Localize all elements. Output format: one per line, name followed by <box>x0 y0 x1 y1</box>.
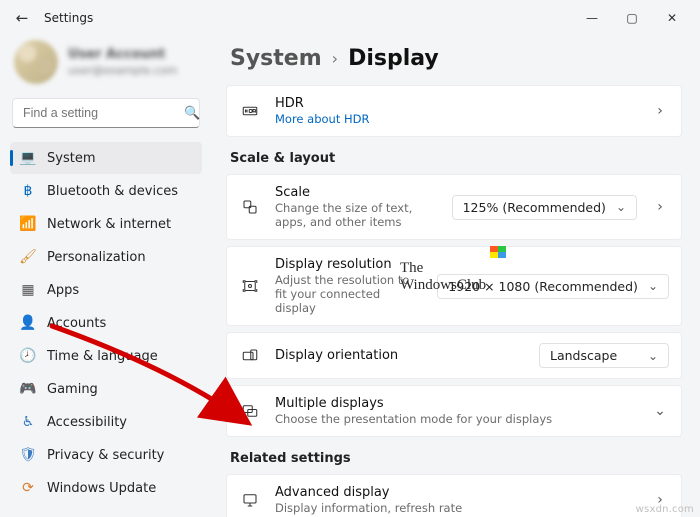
sidebar-item-accounts[interactable]: 👤 Accounts <box>10 307 202 339</box>
dropdown-value: 1920 × 1080 (Recommended) <box>448 279 638 294</box>
sidebar-item-label: Privacy & security <box>47 448 192 463</box>
back-button[interactable]: ← <box>8 9 36 27</box>
gaming-icon: 🎮 <box>20 381 36 397</box>
sidebar-item-apps[interactable]: ▦ Apps <box>10 274 202 306</box>
hdr-icon <box>239 100 261 122</box>
apps-icon: ▦ <box>20 282 36 298</box>
dropdown-value: Landscape <box>550 348 617 363</box>
avatar <box>14 40 58 84</box>
sidebar-item-label: Network & internet <box>47 217 192 232</box>
sidebar-item-gaming[interactable]: 🎮 Gaming <box>10 373 202 405</box>
search-icon: 🔍 <box>184 106 200 121</box>
resolution-dropdown[interactable]: 1920 × 1080 (Recommended) ⌄ <box>437 274 669 299</box>
bluetooth-icon: ฿ <box>20 183 36 199</box>
minimize-button[interactable]: — <box>572 4 612 32</box>
card-subtitle: Display information, refresh rate <box>275 501 637 515</box>
chevron-right-icon: › <box>651 103 669 119</box>
card-subtitle: Adjust the resolution to fit your connec… <box>275 273 423 315</box>
sidebar-item-label: Gaming <box>47 382 192 397</box>
close-button[interactable]: ✕ <box>652 4 692 32</box>
search-input[interactable] <box>23 106 184 120</box>
user-block[interactable]: User Account user@example.com <box>10 40 202 94</box>
search-box[interactable]: 🔍 <box>12 98 200 128</box>
app-title: Settings <box>44 11 93 25</box>
chevron-down-icon: ⌄ <box>648 349 658 363</box>
card-advanced-display[interactable]: Advanced display Display information, re… <box>226 474 682 517</box>
windows-update-icon: ⟳ <box>20 480 36 496</box>
card-resolution[interactable]: Display resolution Adjust the resolution… <box>226 246 682 326</box>
section-scale-layout: Scale & layout <box>230 151 682 166</box>
accounts-icon: 👤 <box>20 315 36 331</box>
card-multiple-displays[interactable]: Multiple displays Choose the presentatio… <box>226 385 682 437</box>
sidebar-item-label: Bluetooth & devices <box>47 184 192 199</box>
orientation-dropdown[interactable]: Landscape ⌄ <box>539 343 669 368</box>
sidebar-item-accessibility[interactable]: ♿ Accessibility <box>10 406 202 438</box>
card-title: Advanced display <box>275 485 637 500</box>
chevron-down-icon: ⌄ <box>651 403 669 419</box>
sidebar-item-label: Time & language <box>47 349 192 364</box>
monitor-icon <box>239 489 261 511</box>
sidebar-item-label: Accounts <box>47 316 192 331</box>
card-hdr[interactable]: HDR More about HDR › <box>226 85 682 137</box>
breadcrumb-page: Display <box>348 46 439 71</box>
breadcrumb: System › Display <box>230 46 682 71</box>
privacy-icon: 🛡 <box>20 447 36 463</box>
user-name: User Account <box>68 47 177 62</box>
card-title: Display resolution <box>275 257 423 272</box>
sidebar-item-personalization[interactable]: 🖌 Personalization <box>10 241 202 273</box>
orientation-icon <box>239 345 261 367</box>
sidebar-item-time-language[interactable]: 🕗 Time & language <box>10 340 202 372</box>
card-scale[interactable]: Scale Change the size of text, apps, and… <box>226 174 682 240</box>
section-related: Related settings <box>230 451 682 466</box>
window-controls: — ▢ ✕ <box>572 4 692 32</box>
sidebar-item-label: Windows Update <box>47 481 192 496</box>
system-icon: 💻 <box>20 150 36 166</box>
card-subtitle: Change the size of text, apps, and other… <box>275 201 438 229</box>
sidebar-item-system[interactable]: 💻 System <box>10 142 202 174</box>
titlebar: ← Settings — ▢ ✕ <box>0 0 700 36</box>
sidebar-item-label: System <box>47 151 192 166</box>
main-content: System › Display HDR More about HDR › Sc… <box>208 36 700 517</box>
dropdown-value: 125% (Recommended) <box>463 200 606 215</box>
sidebar-item-network[interactable]: 📶 Network & internet <box>10 208 202 240</box>
accessibility-icon: ♿ <box>20 414 36 430</box>
chevron-down-icon: ⌄ <box>648 279 658 293</box>
scale-icon <box>239 196 261 218</box>
card-title: HDR <box>275 96 637 111</box>
scale-dropdown[interactable]: 125% (Recommended) ⌄ <box>452 195 637 220</box>
user-email: user@example.com <box>68 64 177 77</box>
sidebar-item-windows-update[interactable]: ⟳ Windows Update <box>10 472 202 504</box>
sidebar-item-privacy[interactable]: 🛡 Privacy & security <box>10 439 202 471</box>
sidebar-item-label: Personalization <box>47 250 192 265</box>
card-orientation[interactable]: Display orientation Landscape ⌄ <box>226 332 682 379</box>
card-title: Display orientation <box>275 348 525 363</box>
breadcrumb-sep-icon: › <box>332 49 338 68</box>
sidebar-item-label: Accessibility <box>47 415 192 430</box>
personalization-icon: 🖌 <box>20 249 36 265</box>
hdr-link[interactable]: More about HDR <box>275 112 637 126</box>
credit: wsxdn.com <box>636 504 694 515</box>
time-language-icon: 🕗 <box>20 348 36 364</box>
multiple-displays-icon <box>239 400 261 422</box>
network-icon: 📶 <box>20 216 36 232</box>
chevron-down-icon: ⌄ <box>616 200 626 214</box>
sidebar-item-label: Apps <box>47 283 192 298</box>
nav-list: 💻 System ฿ Bluetooth & devices 📶 Network… <box>10 142 202 504</box>
card-subtitle: Choose the presentation mode for your di… <box>275 412 637 426</box>
chevron-right-icon: › <box>651 199 669 215</box>
maximize-button[interactable]: ▢ <box>612 4 652 32</box>
sidebar: User Account user@example.com 🔍 💻 System… <box>0 36 208 517</box>
card-title: Scale <box>275 185 438 200</box>
sidebar-item-bluetooth[interactable]: ฿ Bluetooth & devices <box>10 175 202 207</box>
user-info: User Account user@example.com <box>68 47 177 77</box>
card-title: Multiple displays <box>275 396 637 411</box>
resolution-icon <box>239 275 261 297</box>
breadcrumb-root[interactable]: System <box>230 46 322 71</box>
